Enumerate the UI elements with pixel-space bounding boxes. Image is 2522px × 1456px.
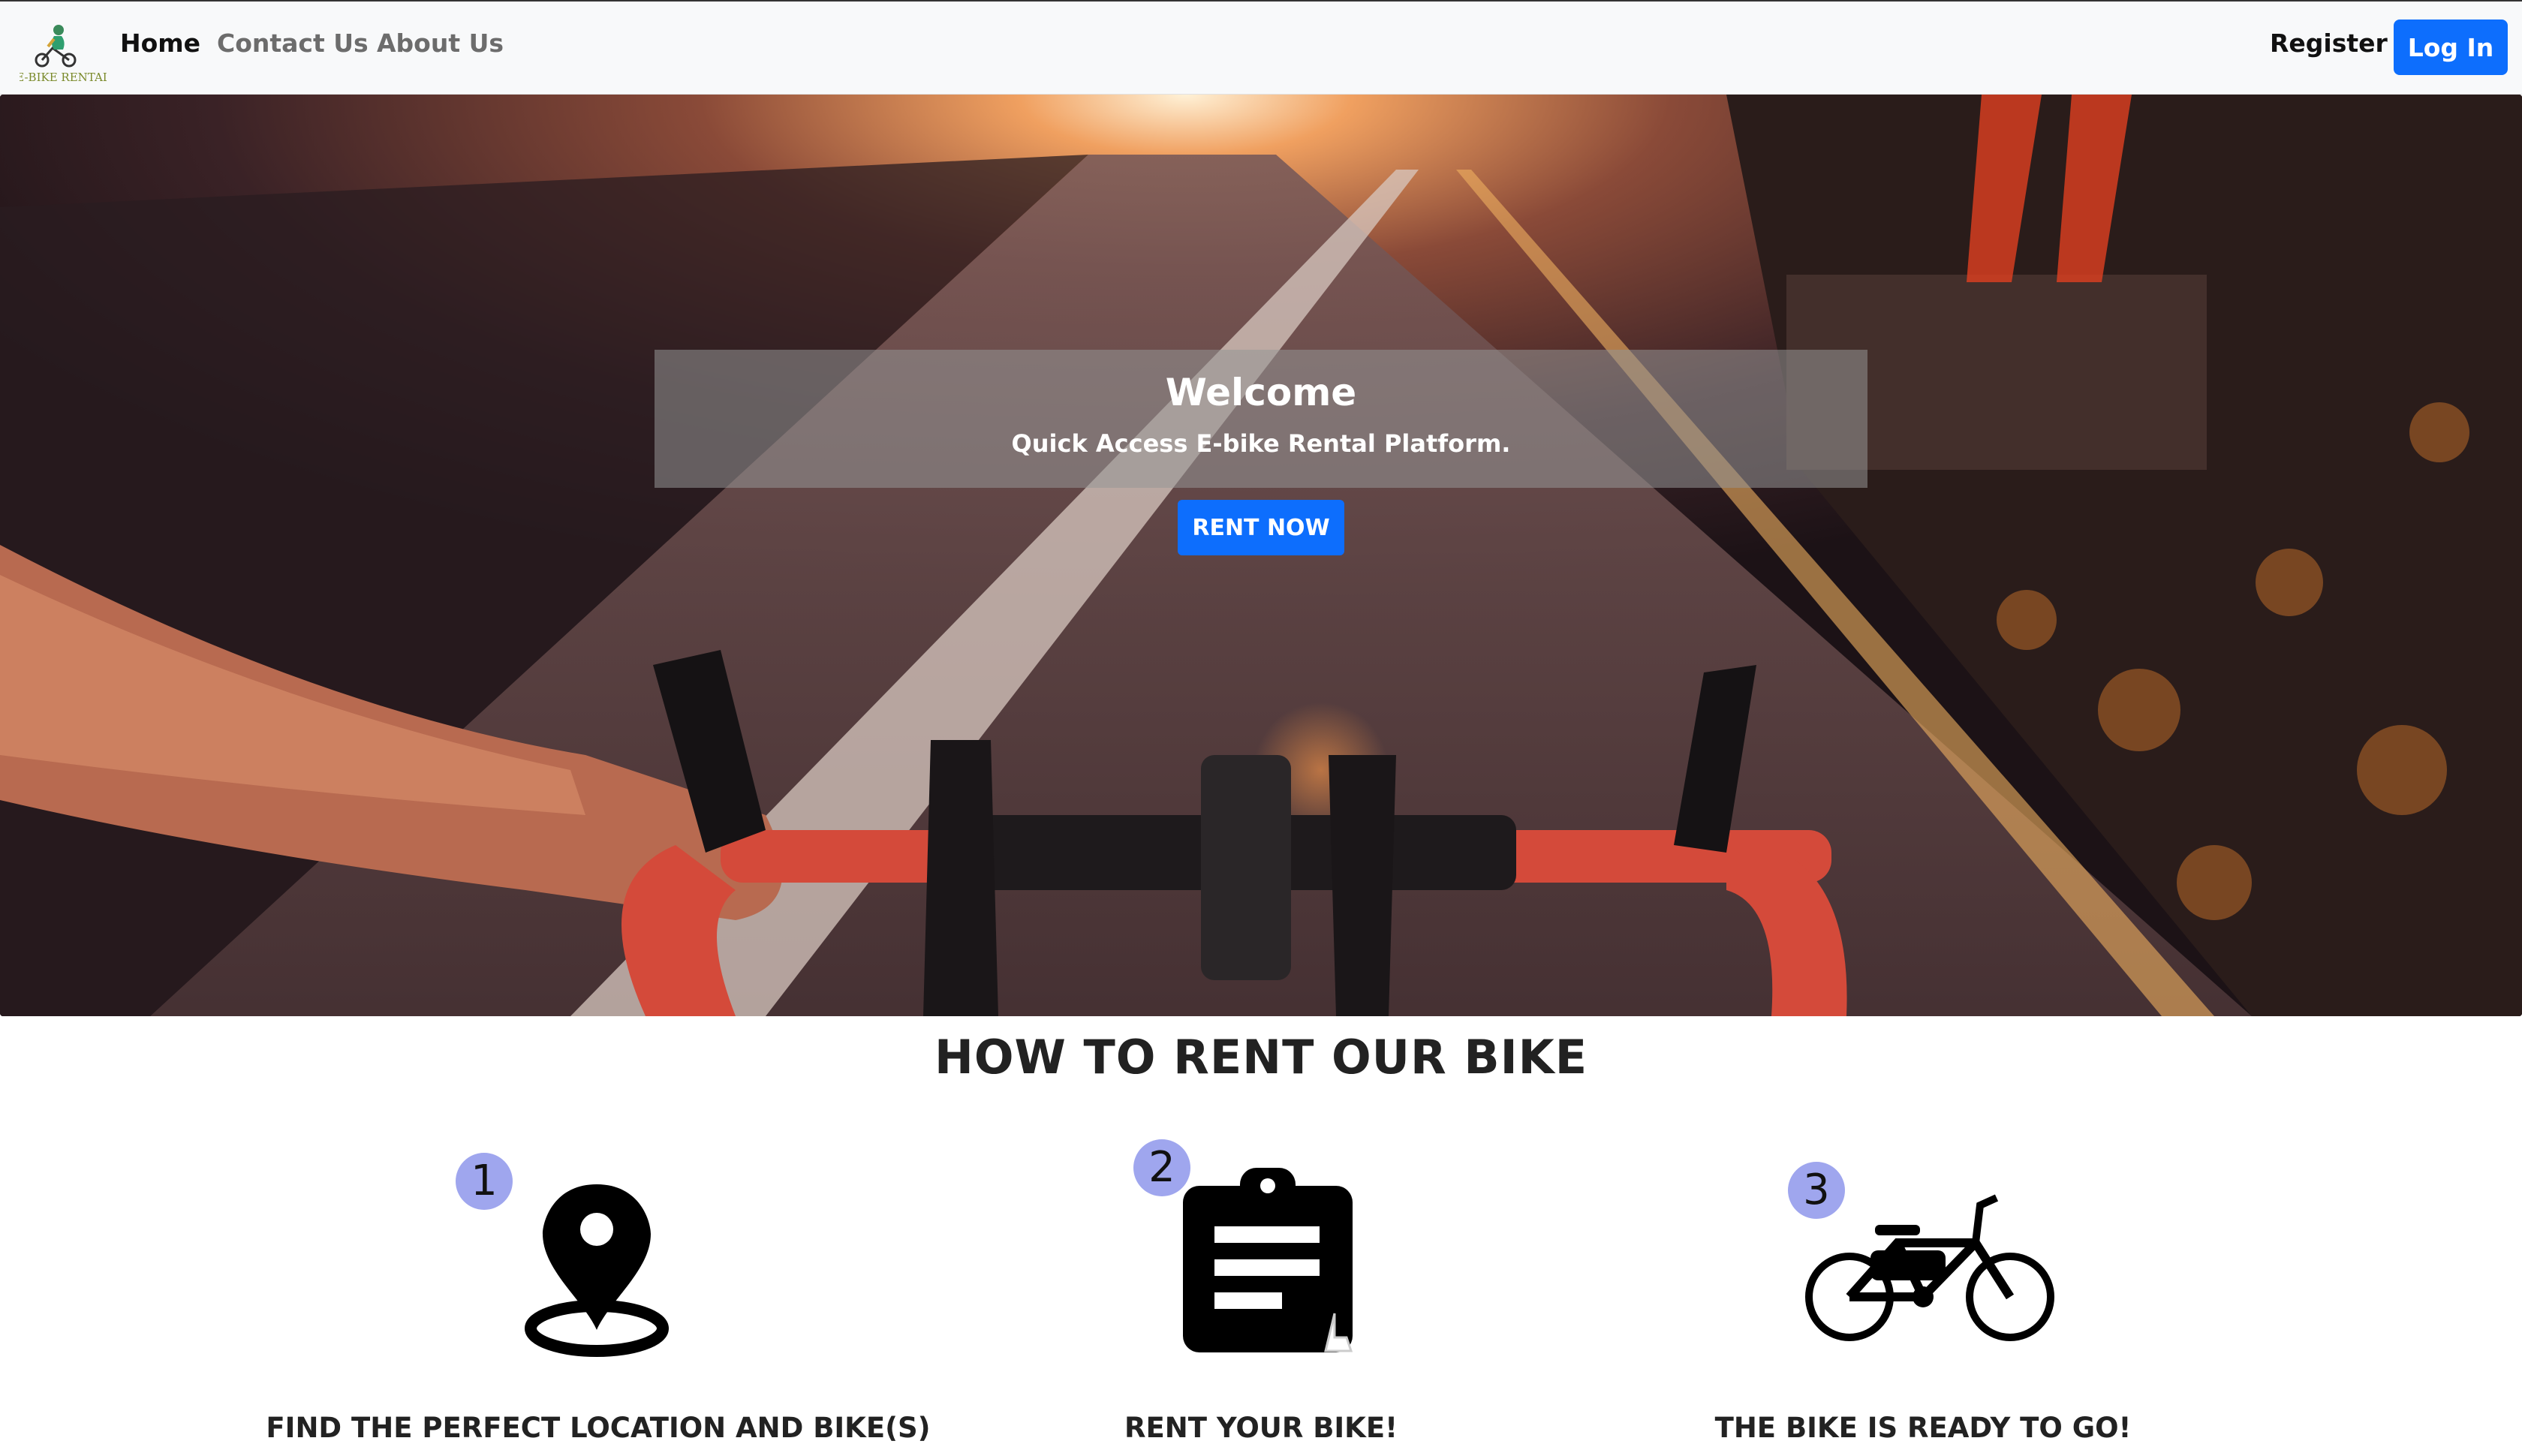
brand-logo[interactable]: E-BIKE RENTAL <box>20 17 107 84</box>
step-1-label: FIND THE PERFECT LOCATION AND BIKE(S) <box>266 1412 931 1444</box>
step-number-badge: 1 <box>456 1153 513 1210</box>
how-to-rent-heading: HOW TO RENT OUR BIKE <box>934 1030 1588 1084</box>
hero-background-image <box>0 95 2522 1016</box>
step-1-card: 1 FIND THE PERFECT LOCATION AND BIKE(S) <box>260 1126 936 1456</box>
step-2-card: 2 RENT YOUR BIKE! <box>923 1126 1599 1456</box>
hero-subtitle: Quick Access E-bike Rental Platform. <box>1011 429 1511 458</box>
step-2-label: RENT YOUR BIKE! <box>1124 1412 1398 1444</box>
location-pin-icon <box>525 1184 669 1357</box>
step-3-label: THE BIKE IS READY TO GO! <box>1714 1412 2132 1444</box>
hero-caption-box: Welcome Quick Access E-bike Rental Platf… <box>655 350 1867 488</box>
bicycle-icon <box>1805 1194 2054 1341</box>
clipboard-icon <box>1183 1168 1353 1352</box>
nav-home-link[interactable]: Home <box>120 29 200 58</box>
brand-text: E-BIKE RENTAL <box>20 71 107 84</box>
e-bike-rental-logo-icon: E-BIKE RENTAL <box>20 25 107 84</box>
login-button[interactable]: Log In <box>2394 20 2508 75</box>
hero-banner: Welcome Quick Access E-bike Rental Platf… <box>0 95 2522 1016</box>
nav-about-link[interactable]: About Us <box>377 29 504 58</box>
hero-title: Welcome <box>1165 371 1357 414</box>
register-link[interactable]: Register <box>2270 29 2388 58</box>
step-3-card: 3 THE BIKE IS READY TO GO! <box>1585 1126 2261 1456</box>
rent-now-button[interactable]: RENT NOW <box>1178 500 1344 555</box>
nav-contact-link[interactable]: Contact Us <box>217 29 369 58</box>
top-navbar: E-BIKE RENTAL Home Contact Us About Us R… <box>0 0 2522 95</box>
